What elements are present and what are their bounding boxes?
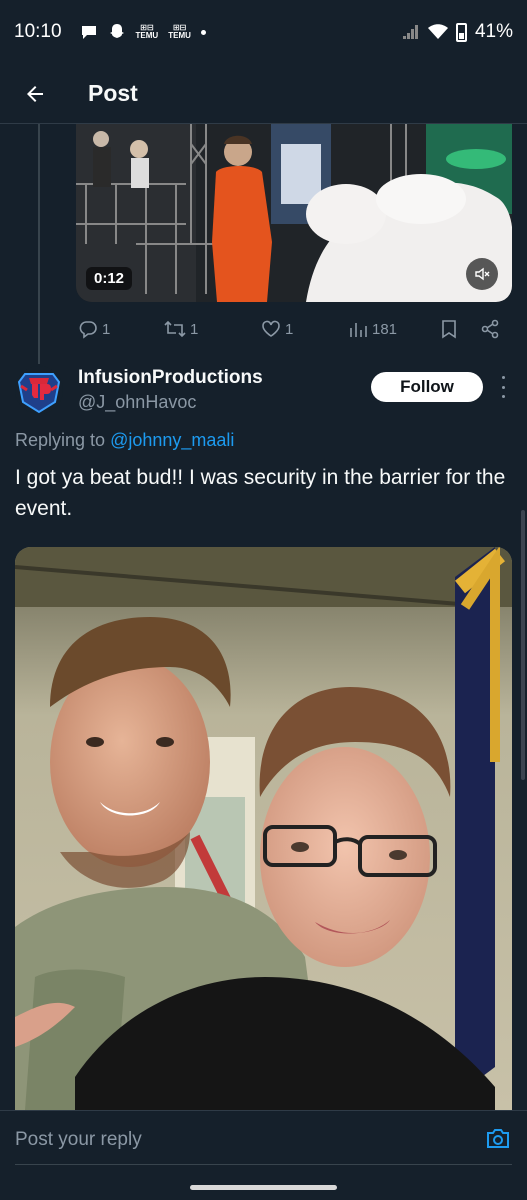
repost-count: 1 xyxy=(190,320,199,338)
thread-connector-line xyxy=(38,124,40,364)
snapchat-ghost-icon xyxy=(109,24,124,38)
more-dot-icon xyxy=(501,395,505,398)
cell-signal-icon xyxy=(402,25,418,39)
reply-count: 1 xyxy=(102,320,111,338)
scrollbar[interactable] xyxy=(521,510,525,780)
video-duration: 0:12 xyxy=(86,267,133,290)
temu-notification-icon: ⊞⊟ TEMU xyxy=(135,23,159,40)
wifi-icon xyxy=(427,24,448,39)
top-app-bar: Post xyxy=(0,64,527,124)
speaker-muted-icon xyxy=(475,267,490,281)
post-text: I got ya beat bud!! I was security in th… xyxy=(15,466,506,520)
views-button[interactable]: 181 xyxy=(348,319,397,339)
more-options-button[interactable] xyxy=(496,376,510,398)
back-button[interactable] xyxy=(0,82,70,106)
views-chart-icon xyxy=(350,323,367,337)
more-notifications-dot xyxy=(200,29,206,35)
chat-bubble-icon xyxy=(81,26,96,39)
avatar[interactable] xyxy=(15,366,63,414)
camera-icon xyxy=(487,1129,509,1148)
battery-icon xyxy=(455,22,467,42)
video-player[interactable]: 0:12 xyxy=(76,124,512,302)
post-photo[interactable] xyxy=(15,547,512,1110)
post-action-bar: 1 1 1 181 xyxy=(76,314,512,344)
replying-to-line: Replying to @johnny_maali xyxy=(15,430,235,450)
clock: 10:10 xyxy=(14,21,62,42)
view-count: 181 xyxy=(372,320,398,338)
replying-to-mention[interactable]: @johnny_maali xyxy=(110,430,234,450)
author-handle[interactable]: @J_ohnHavoc xyxy=(78,392,196,413)
page-title: Post xyxy=(88,80,138,106)
more-dot-icon xyxy=(501,385,505,389)
infusion-logo-avatar xyxy=(15,366,63,414)
selfie-image xyxy=(15,547,512,1110)
repost-button[interactable]: 1 xyxy=(164,319,198,339)
reply-button[interactable]: 1 xyxy=(78,319,110,339)
video-frame xyxy=(76,124,512,302)
status-bar: 10:10 ⊞⊟ TEMU ⊞⊟ TEMU 41% xyxy=(0,0,527,64)
reply-input[interactable]: Post your reply xyxy=(15,1129,142,1151)
gesture-home-bar[interactable] xyxy=(190,1185,337,1190)
share-button[interactable] xyxy=(480,319,500,339)
reply-composer-bar: Post your reply xyxy=(0,1110,527,1200)
arrow-left-icon xyxy=(27,85,43,102)
like-count: 1 xyxy=(285,320,294,338)
input-underline xyxy=(15,1164,512,1165)
bookmark-button[interactable] xyxy=(440,319,458,339)
bookmark-icon xyxy=(442,320,456,339)
author-display-name[interactable]: InfusionProductions xyxy=(78,367,263,389)
temu-notification-icon: ⊞⊟ TEMU xyxy=(168,23,191,40)
share-icon xyxy=(481,319,499,339)
mute-toggle-button[interactable] xyxy=(466,258,498,290)
repost-icon xyxy=(164,320,186,338)
more-dot-icon xyxy=(501,376,505,379)
reply-icon xyxy=(79,321,97,339)
follow-button[interactable]: Follow xyxy=(371,372,483,402)
heart-icon xyxy=(262,320,280,337)
like-button[interactable]: 1 xyxy=(261,319,293,339)
camera-button[interactable] xyxy=(485,1127,511,1156)
battery-percent: 41% xyxy=(474,21,513,42)
